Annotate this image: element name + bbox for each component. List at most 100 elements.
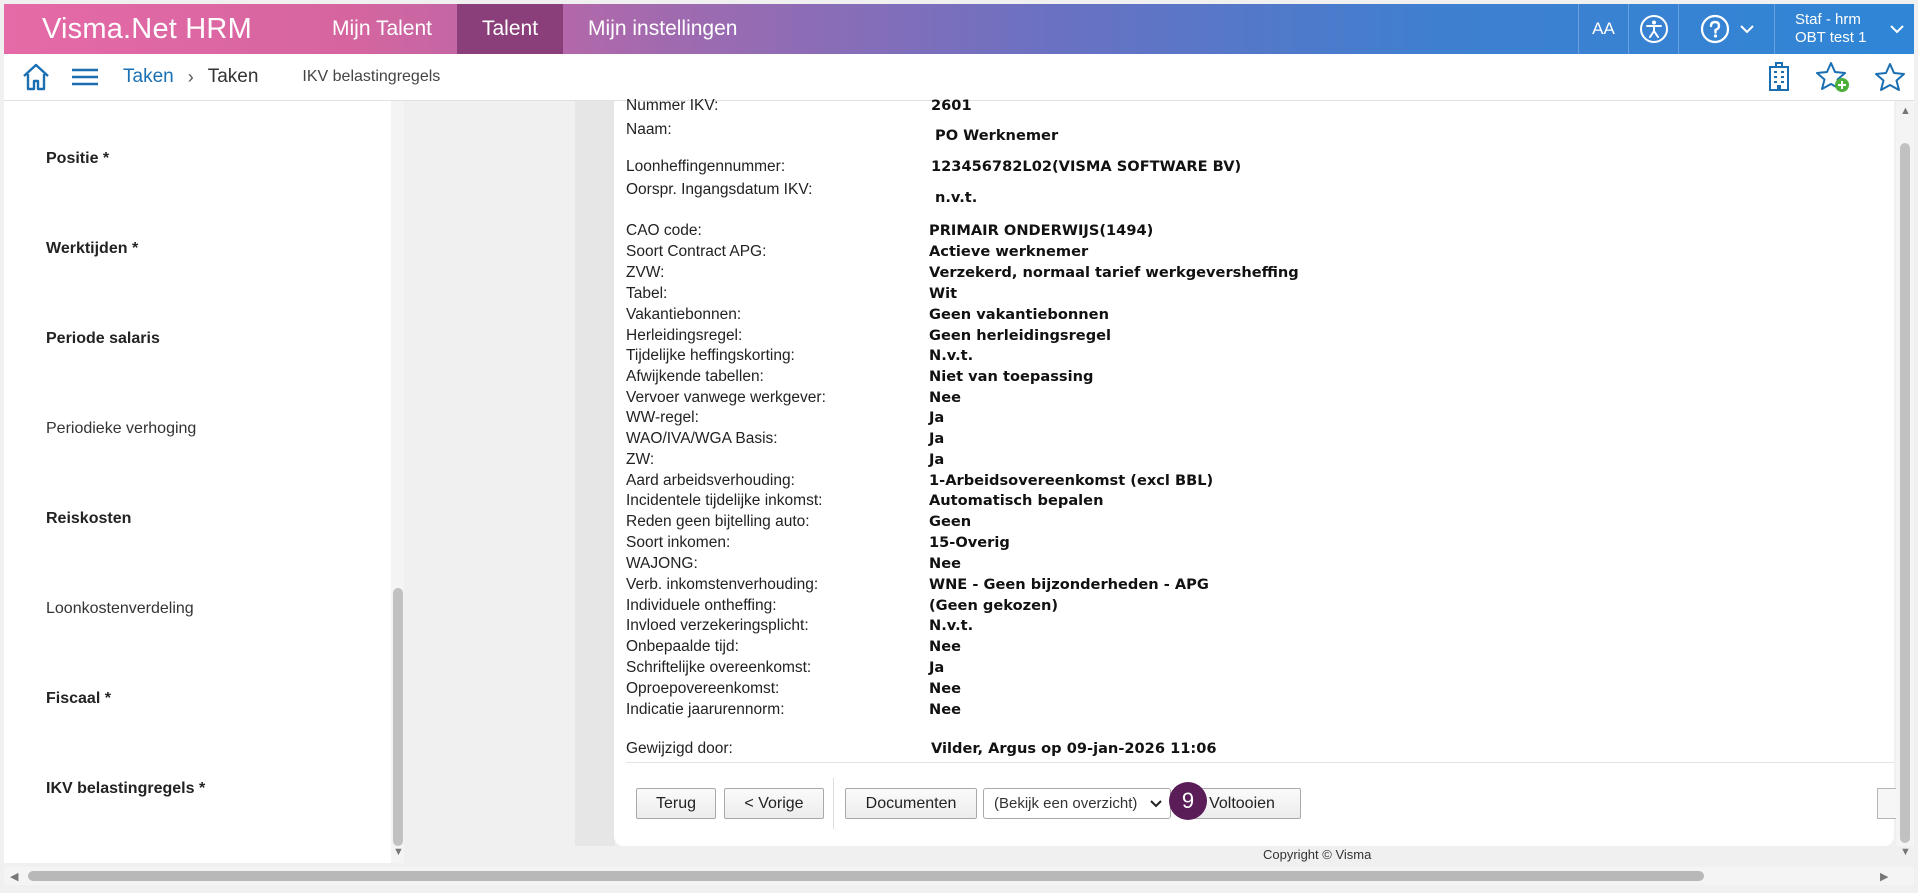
add-favorite-icon[interactable]	[1816, 61, 1850, 93]
breadcrumb-taken-link[interactable]: Taken	[123, 66, 174, 88]
menu-icon[interactable]	[71, 67, 99, 87]
detail-value: Actieve werknemer	[929, 243, 1089, 260]
detail-value: Nee	[929, 701, 962, 718]
detail-value: 15-Overig	[929, 534, 1010, 551]
font-size-icon: AA	[1592, 19, 1615, 38]
copyright: Copyright © Visma	[1263, 847, 1372, 862]
documents-button[interactable]: Documenten	[845, 788, 977, 819]
horizontal-scrollbar[interactable]: ◀ ▶	[4, 867, 1914, 885]
user-menu[interactable]: Staf - hrm OBT test 1	[1774, 4, 1914, 54]
detail-label: Invloed verzekeringsplicht:	[626, 617, 809, 634]
font-size-button[interactable]: AA	[1578, 4, 1628, 54]
detail-value: Ja	[929, 659, 945, 676]
scroll-down-arrow-icon[interactable]: ▼	[393, 846, 404, 858]
content-margin	[575, 101, 615, 846]
help-icon	[1700, 14, 1729, 44]
detail-label: Loonheffingennummer:	[626, 158, 786, 175]
sidebar-item-reiskosten[interactable]: Reiskosten	[46, 510, 131, 528]
overview-select-value: (Bekijk een overzicht)	[994, 795, 1138, 812]
button-separator	[833, 778, 834, 829]
step-sidebar: Positie * Werktijden * Periode salaris P…	[4, 101, 405, 863]
detail-value: WNE - Geen bijzonderheden - APG	[929, 576, 1209, 593]
detail-label: Oorspr. Ingangsdatum IKV:	[626, 181, 813, 198]
chevron-down-icon	[1890, 25, 1904, 34]
detail-label: Vervoer vanwege werkgever:	[626, 389, 826, 406]
detail-value: Niet van toepassing	[929, 368, 1094, 385]
sidebar-item-periode-salaris[interactable]: Periode salaris	[46, 330, 160, 348]
header-tools: AA Staf - hrm OBT test 1	[1578, 4, 1914, 54]
scroll-right-arrow-icon[interactable]: ▶	[1880, 870, 1888, 883]
sidebar-item-ikv-belastingregels[interactable]: IKV belastingregels *	[46, 780, 205, 798]
detail-value: Vilder, Argus op 09-jan-2026 11:06	[931, 740, 1217, 757]
detail-value: 2601	[931, 97, 972, 114]
accessibility-icon	[1639, 15, 1668, 43]
scroll-left-arrow-icon[interactable]: ◀	[10, 870, 18, 883]
detail-value: Ja	[929, 430, 945, 447]
detail-label: ZW:	[626, 451, 655, 468]
tab-talent[interactable]: Talent	[457, 4, 564, 54]
tab-mijn-instellingen[interactable]: Mijn instellingen	[563, 4, 762, 54]
detail-value: 123456782L02(VISMA SOFTWARE BV)	[931, 158, 1242, 175]
favorites-icon[interactable]	[1874, 62, 1906, 92]
detail-label: Tabel:	[626, 285, 668, 302]
detail-value: n.v.t.	[935, 189, 978, 206]
detail-value: Nee	[929, 389, 962, 406]
tab-mijn-talent[interactable]: Mijn Talent	[307, 4, 457, 54]
detail-value: PRIMAIR ONDERWIJS(1494)	[929, 222, 1154, 239]
sidebar-item-werktijden[interactable]: Werktijden *	[46, 240, 138, 258]
back-button[interactable]: Terug	[636, 788, 716, 819]
overview-select[interactable]: (Bekijk een overzicht)	[983, 788, 1171, 819]
main-vertical-scrollbar[interactable]: ▲ ▼	[1896, 101, 1914, 858]
detail-label: Indicatie jaarurennorm:	[626, 701, 785, 718]
detail-label: Aard arbeidsverhouding:	[626, 472, 795, 489]
detail-label: Oproepovereenkomst:	[626, 680, 780, 697]
top-header: Visma.Net HRM Mijn Talent Talent Mijn in…	[4, 4, 1914, 54]
detail-label: WAJONG:	[626, 555, 698, 572]
detail-label: Individuele ontheffing:	[626, 597, 777, 614]
detail-value: Nee	[929, 555, 962, 572]
help-menu-button[interactable]	[1678, 4, 1774, 54]
detail-label: Herleidingsregel:	[626, 327, 743, 344]
detail-value: Geen	[929, 513, 972, 530]
detail-value: Geen herleidingsregel	[929, 327, 1112, 344]
detail-label: Naam:	[626, 121, 672, 138]
detail-value: Ja	[929, 451, 945, 468]
detail-value: Nee	[929, 680, 962, 697]
accessibility-button[interactable]	[1628, 4, 1678, 54]
detail-value: (Geen gekozen)	[929, 597, 1059, 614]
sidebar-item-positie[interactable]: Positie *	[46, 150, 109, 168]
details-card	[614, 101, 1894, 846]
sidebar-scrollbar[interactable]: ▼	[391, 101, 405, 863]
next-button-partial[interactable]	[1877, 788, 1897, 819]
detail-value: N.v.t.	[929, 347, 974, 364]
user-company: OBT test 1	[1795, 29, 1867, 46]
detail-label: Soort inkomen:	[626, 534, 731, 551]
horizontal-scrollbar-thumb[interactable]	[28, 871, 1704, 881]
detail-label: Verb. inkomstenverhouding:	[626, 576, 819, 593]
detail-label: Nummer IKV:	[626, 97, 719, 114]
detail-value: Ja	[929, 409, 945, 426]
detail-label: Afwijkende tabellen:	[626, 368, 764, 385]
sidebar-item-loonkostenverdeling[interactable]: Loonkostenverdeling	[46, 600, 194, 618]
detail-label: Vakantiebonnen:	[626, 306, 742, 323]
sidebar-item-fiscaal[interactable]: Fiscaal *	[46, 690, 111, 708]
breadcrumb: Taken › Taken IKV belastingregels	[4, 54, 1914, 101]
detail-label: WW-regel:	[626, 409, 699, 426]
user-name: Staf - hrm	[1795, 11, 1861, 28]
building-icon[interactable]	[1766, 62, 1792, 92]
previous-button[interactable]: < Vorige	[724, 788, 824, 819]
brand-title: Visma.Net HRM	[42, 12, 252, 45]
scroll-down-arrow-icon[interactable]: ▼	[1900, 846, 1911, 858]
detail-value: Wit	[929, 285, 958, 302]
scroll-up-arrow-icon[interactable]: ▲	[1900, 105, 1911, 117]
detail-value: Nee	[929, 638, 962, 655]
main-scrollbar-thumb[interactable]	[1900, 143, 1910, 843]
detail-label: Onbepaalde tijd:	[626, 638, 739, 655]
sidebar-scrollbar-thumb[interactable]	[393, 588, 403, 846]
sidebar-item-periodieke-verhoging[interactable]: Periodieke verhoging	[46, 420, 196, 438]
breadcrumb-tools	[1766, 61, 1914, 93]
detail-label: Incidentele tijdelijke inkomst:	[626, 492, 823, 509]
chevron-down-icon	[1150, 800, 1162, 808]
detail-value: Geen vakantiebonnen	[929, 306, 1109, 323]
home-icon[interactable]	[21, 62, 51, 92]
